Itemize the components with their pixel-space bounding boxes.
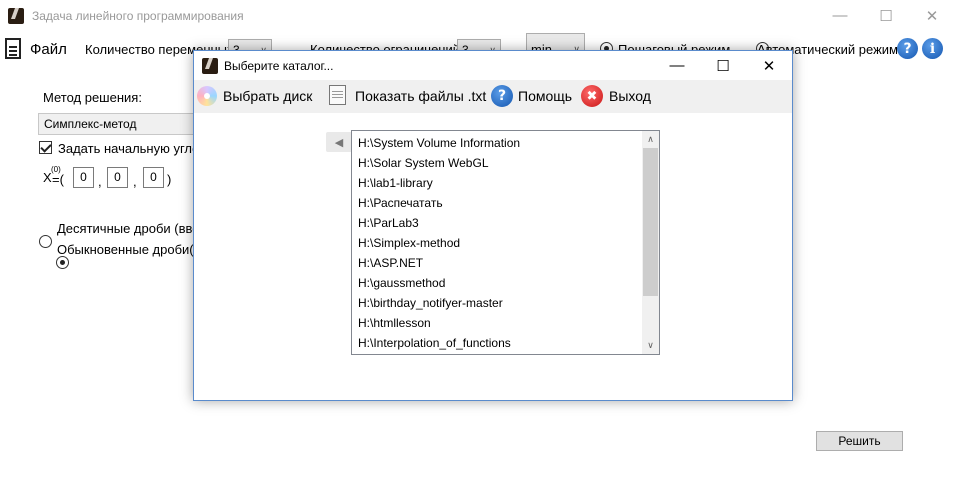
close-red-icon: ✖ bbox=[581, 85, 603, 107]
comma: , bbox=[98, 174, 102, 189]
disk-icon bbox=[197, 86, 217, 106]
initial-point-checkbox[interactable] bbox=[39, 141, 52, 154]
help-icon[interactable]: ? bbox=[897, 38, 918, 59]
info-icon[interactable]: i bbox=[922, 38, 943, 59]
dialog-maximize-button[interactable]: ☐ bbox=[700, 51, 746, 80]
initial-point-input-2[interactable]: 0 bbox=[107, 167, 128, 188]
decimal-fraction-radio[interactable] bbox=[39, 235, 52, 248]
app-icon bbox=[202, 58, 218, 74]
text-file-icon bbox=[329, 85, 346, 105]
common-fraction-radio[interactable] bbox=[55, 256, 69, 269]
initial-point-close: ) bbox=[167, 172, 172, 187]
back-arrow-icon[interactable]: ◀ bbox=[326, 132, 352, 152]
help-icon: ? bbox=[491, 85, 513, 107]
decimal-fraction-label: Десятичные дроби (ввод bbox=[57, 221, 207, 236]
file-menu[interactable]: Файл bbox=[30, 41, 67, 58]
list-item[interactable]: H:\Распечатать bbox=[358, 193, 443, 213]
scroll-thumb[interactable] bbox=[643, 148, 658, 296]
initial-point-input-1[interactable]: 0 bbox=[73, 167, 94, 188]
choose-disk-button[interactable]: Выбрать диск bbox=[223, 88, 312, 104]
scroll-up-icon[interactable]: ∧ bbox=[642, 131, 659, 148]
help-button[interactable]: Помощь bbox=[518, 88, 572, 104]
method-select[interactable]: Симплекс-метод bbox=[38, 113, 198, 135]
list-scrollbar[interactable]: ∧ ∨ bbox=[642, 131, 659, 354]
dialog-titlebar: Выберите каталог... — ☐ ✕ bbox=[194, 51, 792, 80]
list-item[interactable]: H:\Solar System WebGL bbox=[358, 153, 489, 173]
list-item[interactable]: H:\lab1-library bbox=[358, 173, 433, 193]
document-icon bbox=[5, 38, 21, 59]
list-item[interactable]: H:\ASP.NET bbox=[358, 253, 423, 273]
choose-directory-dialog: Выберите каталог... — ☐ ✕ Выбрать диск П… bbox=[193, 50, 793, 401]
main-titlebar: Задача линейного программирования — ☐ ✕ bbox=[0, 0, 957, 31]
dialog-toolbar: Выбрать диск Показать файлы .txt ? Помощ… bbox=[194, 80, 792, 113]
list-item[interactable]: H:\htmllesson bbox=[358, 313, 431, 333]
exit-button[interactable]: Выход bbox=[609, 88, 651, 104]
comma: , bbox=[133, 174, 137, 189]
show-txt-button[interactable]: Показать файлы .txt bbox=[355, 88, 486, 104]
list-item[interactable]: H:\Simplex-method bbox=[358, 233, 460, 253]
scroll-down-icon[interactable]: ∨ bbox=[642, 337, 659, 354]
list-item[interactable]: H:\System Volume Information bbox=[358, 133, 520, 153]
list-item[interactable]: H:\birthday_notifyer-master bbox=[358, 293, 503, 313]
app-icon bbox=[8, 8, 24, 24]
solve-button[interactable]: Решить bbox=[816, 431, 903, 451]
common-fraction-label: Обыкновенные дроби(вв bbox=[57, 242, 208, 257]
list-item[interactable]: H:\ParLab3 bbox=[358, 213, 419, 233]
list-item[interactable]: H:\Interpolation_of_functions bbox=[358, 333, 511, 353]
maximize-button[interactable]: ☐ bbox=[863, 0, 909, 31]
dialog-minimize-button[interactable]: — bbox=[654, 51, 700, 80]
method-label: Метод решения: bbox=[43, 90, 142, 105]
close-button[interactable]: ✕ bbox=[909, 0, 955, 31]
minimize-button[interactable]: — bbox=[817, 0, 863, 31]
initial-point-open: =( bbox=[52, 172, 64, 187]
dialog-close-button[interactable]: ✕ bbox=[746, 51, 792, 80]
window-title: Задача линейного программирования bbox=[32, 9, 244, 23]
initial-point-input-3[interactable]: 0 bbox=[143, 167, 164, 188]
directory-list[interactable]: H:\System Volume Information H:\Solar Sys… bbox=[351, 130, 660, 355]
dialog-title: Выберите каталог... bbox=[224, 59, 334, 73]
list-item[interactable]: H:\gaussmethod bbox=[358, 273, 445, 293]
